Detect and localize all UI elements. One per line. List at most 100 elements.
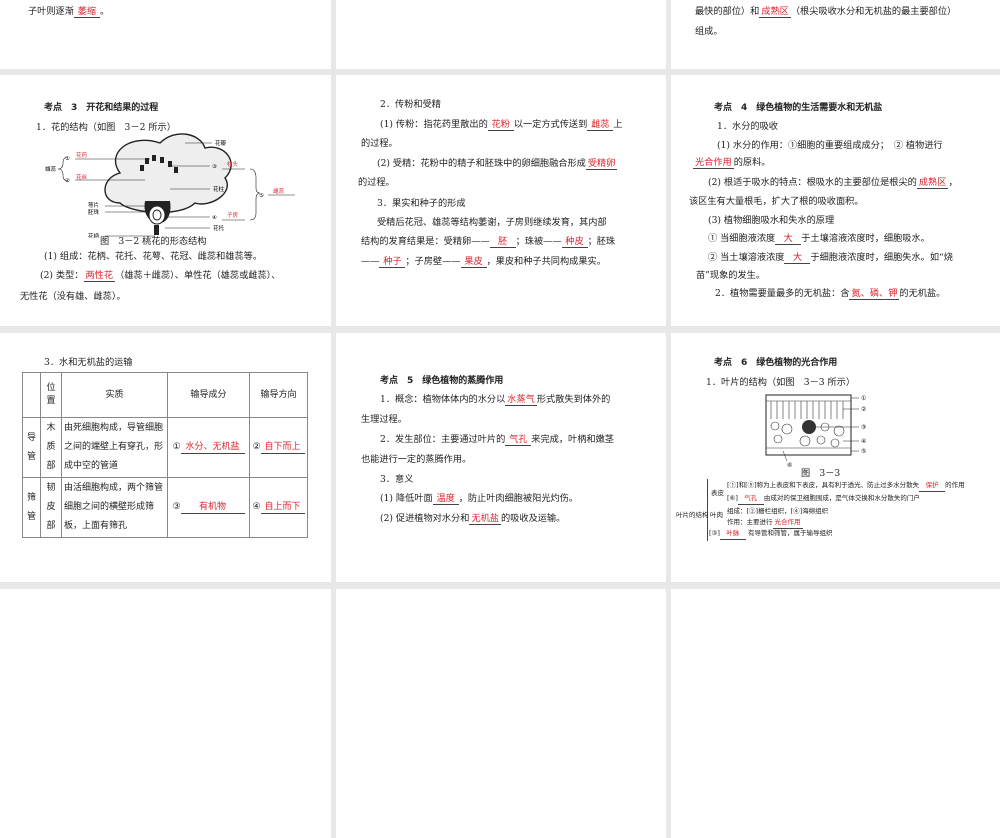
text-segment: 的原料。 — [733, 157, 771, 168]
section-title: 考点 4 绿色植物的生活需要水和无机盐 — [714, 103, 883, 113]
text-segment: 1．概念：植物体体内的水分以 — [380, 394, 506, 405]
answer-blank: 胚 — [489, 236, 516, 248]
table-header: 输导成分 — [167, 372, 251, 418]
svg-text:④: ④ — [861, 438, 866, 445]
text-line: ② 当土壤溶液浓度大于细胞液浓度时，细胞失水。如“烧 — [708, 252, 953, 264]
answer-blank: 受精卵 — [585, 158, 618, 170]
text-segment: ，果皮和种子共同构成果实。 — [486, 256, 606, 267]
text-line: (2) 促进植物对水分和 无机盐 的吸收及运输。 — [380, 513, 565, 525]
text-line: 该区生有大量根毛，扩大了根的吸收面积。 — [689, 196, 864, 208]
text-line: (1) 传粉：指花药里散出的 花粉 以一定方式传送到 雌蕊上 — [380, 119, 623, 131]
cell-number: ③ — [172, 502, 181, 512]
text-segment: 的无机盐。 — [899, 288, 946, 299]
text-segment: [⑥] — [727, 494, 738, 502]
answer-blank: 果皮 — [460, 256, 487, 268]
text-segment: (2) 受精：花粉中的精子和胚珠中的卵细胞融合形成 — [377, 158, 586, 169]
svg-text:子房: 子房 — [227, 211, 239, 219]
text-line: —— 种子 ；子房壁—— 果皮 ，果皮和种子共同构成果实。 — [361, 256, 606, 268]
slide-thumbnail-7[interactable]: 3．水和无机盐的运输 位置 实质 输导成分 输导方向 导管 木质部 由死细胞构成… — [0, 333, 331, 582]
text-segment: 子叶则逐渐 — [28, 6, 74, 17]
mesophyll-label: 叶肉 — [710, 511, 723, 519]
text-line: 组成。 — [695, 26, 723, 38]
svg-text:花瓣: 花瓣 — [215, 139, 227, 147]
text-segment: 1．水分的吸收 — [717, 121, 778, 132]
text-line: [③] 叶脉 有导管和筛管，属于输导组织 — [709, 527, 832, 540]
text-segment: 2．植物需要量最多的无机盐：含 — [715, 288, 850, 299]
text-segment: ， — [948, 177, 958, 188]
svg-text:⑤: ⑤ — [259, 192, 264, 199]
text-line: [①]和[⑤]称为上表皮和下表皮，具有利于透光、防止过多水分散失 保护 的作用 — [727, 479, 965, 492]
answer-blank: 种子 — [379, 256, 406, 268]
text-segment: 组成：[②]栅栏组织，[④]海绵组织 — [727, 507, 829, 515]
tree-root-label: 叶片的结构 — [676, 511, 709, 519]
table-cell: 由活细胞构成，两个筛管细胞之间的横壁形成筛板，上面有筛孔 — [61, 477, 169, 538]
svg-text:花丝: 花丝 — [76, 173, 88, 181]
text-segment: 3．果实和种子的形成 — [377, 198, 466, 209]
slide-thumbnail-6[interactable]: 考点 4 绿色植物的生活需要水和无机盐 1．水分的吸收 (1) 水分的作用：①细… — [671, 75, 1000, 326]
text-segment: 于土壤溶液浓度时，细胞吸水。 — [801, 233, 930, 244]
table-header: 实质 — [61, 372, 169, 418]
answer-blank: 水分、无机盐 — [180, 442, 245, 454]
text-segment: 的作用 — [945, 481, 965, 489]
svg-text:②: ② — [861, 406, 866, 413]
text-segment: 的过程。 — [361, 138, 398, 149]
text-line: (3) 植物细胞吸水和失水的原理 — [708, 215, 834, 227]
svg-text:②: ② — [65, 177, 70, 184]
text-segment: 2．发生部位：主要通过叶片的 — [380, 434, 506, 445]
text-segment: 3．意义 — [380, 474, 414, 485]
text-line: 子叶则逐渐 萎缩。 — [28, 6, 109, 18]
svg-text:花柱: 花柱 — [213, 185, 225, 193]
text-segment: (1) 组成：花柄、花托、花萼、花冠、雌蕊和雄蕊等。 — [44, 251, 263, 262]
text-segment: 有导管和筛管，属于输导组织 — [745, 529, 833, 537]
cell-number: ① — [172, 442, 181, 452]
text-line: 结构的发育结果是：受精卵—— 胚；珠被—— 种皮 ；胚珠 — [361, 236, 615, 248]
svg-text:⑥: ⑥ — [787, 462, 792, 468]
text-segment: 的吸收及运输。 — [501, 513, 566, 524]
slide-thumbnail-9[interactable]: 考点 6 绿色植物的光合作用 1．叶片的结构（如图 3－3 所示） ① ② ③ ④ … — [671, 333, 1000, 582]
text-segment: 2．传粉和受精 — [380, 99, 441, 110]
text-segment: (1) 降低叶面 — [380, 493, 433, 504]
svg-text:③: ③ — [212, 163, 217, 170]
svg-text:花药: 花药 — [76, 151, 88, 159]
svg-text:①: ① — [861, 395, 866, 402]
slide-thumbnail-12[interactable] — [671, 589, 1000, 838]
svg-text:①: ① — [65, 155, 70, 162]
text-line: (1) 水分的作用：①细胞的重要组成成分； ② 植物进行 — [717, 140, 943, 152]
text-segment: 1．叶片的结构（如图 3－3 所示） — [706, 377, 856, 388]
slide-thumbnail-1[interactable]: 子叶则逐渐 萎缩。 — [0, 0, 331, 69]
slide-thumbnail-3[interactable]: 最快的部位）和 成熟区 （根尖吸收水分和无机盐的最主要部位） 组成。 — [671, 0, 1000, 69]
slide-thumbnail-8[interactable]: 考点 5 绿色植物的蒸腾作用 1．概念：植物体体内的水分以 水蒸气 形式散失到体外的… — [336, 333, 666, 582]
text-segment: (2) 类型： — [40, 270, 84, 281]
text-line: 2．发生部位：主要通过叶片的 气孔 来完成，叶柄和嫩茎 — [380, 434, 614, 446]
svg-text:柱头: 柱头 — [227, 160, 239, 168]
text-segment: 组成。 — [695, 26, 723, 37]
table-cell: 木质部 — [40, 417, 63, 478]
text-line: 最快的部位）和 成熟区 （根尖吸收水分和无机盐的最主要部位） — [695, 6, 956, 18]
text-line: 的过程。 — [358, 177, 395, 189]
answer-blank: 自下而上 — [260, 442, 305, 454]
text-segment: ；子房壁—— — [405, 256, 461, 267]
svg-text:雌蕊: 雌蕊 — [273, 187, 285, 195]
text-segment: 以一定方式传送到 — [513, 119, 588, 130]
slide-thumbnail-2[interactable] — [336, 0, 666, 69]
text-segment: 1．花的结构（如图 3－2 所示） — [36, 122, 176, 133]
svg-text:③: ③ — [861, 424, 866, 431]
table-cell: 导管 — [21, 417, 42, 478]
answer-blank: 大 — [775, 233, 802, 245]
text-segment: （雄蕊＋雌蕊）、单性花（雄蕊或雌蕊）、 — [115, 270, 281, 281]
text-segment: 最快的部位）和 — [695, 6, 760, 17]
answer-blank: 气孔 — [505, 434, 532, 446]
slide-thumbnail-4[interactable]: 考点 3 开花和结果的过程 1．花的结构（如图 3－2 所示） 花瓣 雄蕊 ①花… — [0, 75, 331, 326]
section-title: 考点 3 开花和结果的过程 — [44, 103, 159, 113]
text-segment: (2) 促进植物对水分和 — [380, 513, 470, 524]
text-segment: （根尖吸收水分和无机盐的最主要部位） — [790, 6, 957, 17]
slide-thumbnail-11[interactable] — [336, 589, 666, 838]
text-segment: 来完成，叶柄和嫩茎 — [531, 434, 614, 445]
text-line: 2．传粉和受精 — [380, 99, 441, 111]
text-line: [⑥] 气孔 由成对的保卫细胞围成，是气体交换和水分散失的门户 — [727, 492, 920, 505]
answer-blank: 大 — [784, 252, 811, 264]
text-line: 1．水分的吸收 — [717, 121, 778, 133]
slide-thumbnail-5[interactable]: 2．传粉和受精 (1) 传粉：指花药里散出的 花粉 以一定方式传送到 雌蕊上 的过程。… — [336, 75, 666, 326]
text-segment: 于细胞液浓度时，细胞失水。如“烧 — [810, 252, 953, 263]
slide-thumbnail-10[interactable] — [0, 589, 331, 838]
